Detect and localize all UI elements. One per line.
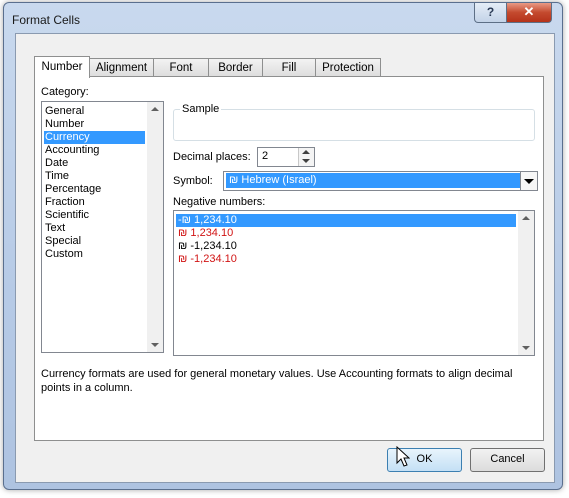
scroll-up-icon[interactable] (151, 107, 159, 111)
sample-box (173, 109, 535, 141)
category-item-text[interactable]: Text (44, 222, 145, 235)
scroll-up-icon[interactable] (522, 216, 530, 220)
category-item-percentage[interactable]: Percentage (44, 183, 145, 196)
tab-number[interactable]: Number (34, 56, 90, 78)
category-scrollbar[interactable] (147, 102, 163, 352)
dialog-body: Number Alignment Font Border Fill Protec… (15, 33, 555, 483)
category-item-custom[interactable]: Custom (44, 248, 145, 261)
negative-format-item[interactable]: ₪ 1,234.10 (176, 227, 516, 240)
category-item-accounting[interactable]: Accounting (44, 144, 145, 157)
category-item-date[interactable]: Date (44, 157, 145, 170)
negative-list-scrollbar[interactable] (518, 211, 534, 355)
category-label: Category: (41, 86, 89, 98)
tab-protection[interactable]: Protection (315, 58, 381, 77)
symbol-select[interactable]: ₪ Hebrew (Israel) (223, 171, 538, 191)
decimal-places-value[interactable]: 2 (262, 150, 268, 162)
cancel-button[interactable]: Cancel (470, 448, 545, 472)
spin-buttons[interactable] (298, 148, 314, 166)
negative-numbers-label: Negative numbers: (173, 196, 266, 208)
category-item-currency[interactable]: Currency (44, 131, 145, 144)
category-list[interactable]: General Number Currency Accounting Date … (41, 101, 164, 353)
category-item-time[interactable]: Time (44, 170, 145, 183)
chevron-down-icon (524, 179, 534, 184)
symbol-label: Symbol: (173, 175, 213, 187)
number-tab-panel: Category: General Number Currency Accoun… (34, 76, 544, 441)
help-button[interactable]: ? (474, 3, 507, 23)
negative-format-item[interactable]: ₪ -1,234.10 (176, 240, 516, 253)
spin-down-icon[interactable] (302, 159, 310, 163)
spin-up-icon[interactable] (302, 150, 310, 154)
dropdown-button[interactable] (520, 172, 537, 190)
tab-fill[interactable]: Fill (262, 58, 316, 77)
category-item-fraction[interactable]: Fraction (44, 196, 145, 209)
category-item-special[interactable]: Special (44, 235, 145, 248)
symbol-selected-value[interactable]: ₪ Hebrew (Israel) (226, 173, 521, 188)
category-item-general[interactable]: General (44, 105, 145, 118)
negative-format-item[interactable]: ₪ -1,234.10 (176, 253, 516, 266)
tab-font[interactable]: Font (153, 58, 209, 77)
help-icon: ? (486, 5, 495, 19)
decimal-places-stepper[interactable]: 2 (257, 147, 315, 167)
format-cells-dialog: Format Cells ? ✕ Number Alignment Font B… (3, 2, 563, 490)
dialog-title: Format Cells (12, 13, 81, 27)
tab-alignment[interactable]: Alignment (89, 58, 154, 77)
scroll-down-icon[interactable] (522, 346, 530, 350)
mouse-pointer-icon (396, 446, 410, 467)
close-icon: ✕ (523, 4, 535, 19)
scroll-down-icon[interactable] (151, 343, 159, 347)
decimal-places-label: Decimal places: (173, 151, 251, 163)
tab-border[interactable]: Border (208, 58, 263, 77)
format-description: Currency formats are used for general mo… (41, 368, 513, 394)
negative-format-item[interactable]: -₪ 1,234.10 (176, 214, 516, 227)
negative-numbers-list[interactable]: -₪ 1,234.10 ₪ 1,234.10 ₪ -1,234.10 ₪ -1,… (173, 210, 535, 356)
sample-label: Sample (180, 103, 222, 115)
category-item-scientific[interactable]: Scientific (44, 209, 145, 222)
close-button[interactable]: ✕ (506, 3, 552, 23)
category-item-number[interactable]: Number (44, 118, 145, 131)
